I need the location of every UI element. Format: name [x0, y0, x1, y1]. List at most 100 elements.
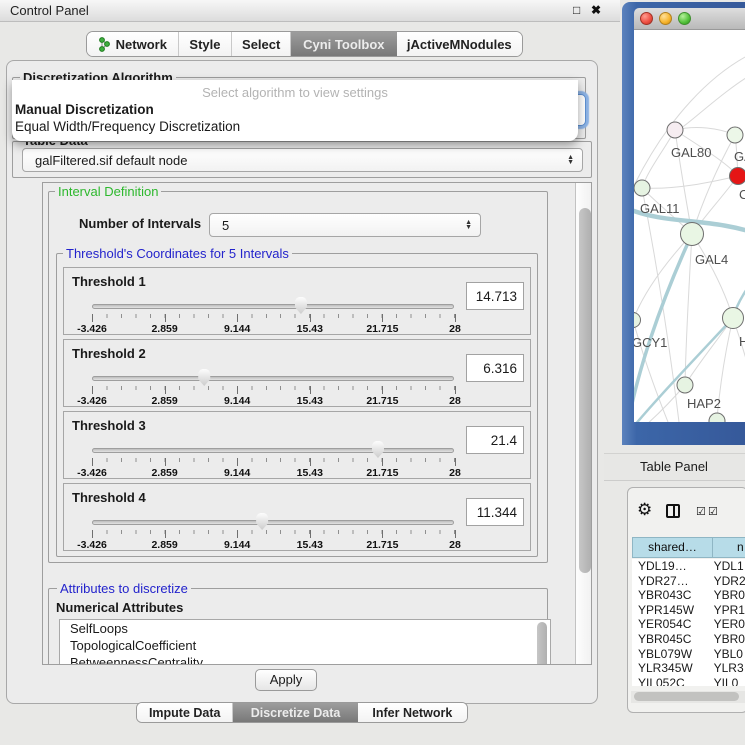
- column-header-name[interactable]: n: [712, 537, 745, 558]
- node-gal4[interactable]: [681, 223, 704, 246]
- table-hscrollbar-thumb[interactable]: [634, 692, 739, 701]
- table-panel: ⚙ ☑ ☑ shared… n YDL19…YDL1YDR27…YDR2YBR0…: [627, 487, 745, 713]
- popup-option-equal-width-frequency[interactable]: Equal Width/Frequency Discretization: [12, 118, 578, 135]
- table-cell: YBR043C: [632, 588, 710, 603]
- tab-jactivemnodules[interactable]: jActiveMNodules: [397, 32, 522, 56]
- tab-style[interactable]: Style: [179, 32, 233, 56]
- tab-network-label: Network: [116, 37, 167, 52]
- major-tick: [237, 530, 238, 538]
- table-row[interactable]: YBL079WYBL0: [632, 647, 745, 662]
- table-cell: YER0: [710, 617, 745, 632]
- table-cell: YPR1: [710, 603, 745, 618]
- tab-select[interactable]: Select: [232, 32, 291, 56]
- node-gal80[interactable]: [667, 122, 683, 138]
- table-row[interactable]: YBR043CYBR0: [632, 588, 745, 603]
- tab-cyni-toolbox[interactable]: Cyni Toolbox: [291, 32, 397, 56]
- tab-discretize-data[interactable]: Discretize Data: [233, 703, 357, 722]
- tick-label: 21.715: [366, 395, 398, 407]
- tab-impute-data[interactable]: Impute Data: [137, 703, 233, 722]
- numerical-attributes-label: Numerical Attributes: [56, 600, 183, 615]
- network-window-titlebar: [634, 8, 745, 30]
- column-header-shared[interactable]: shared…: [632, 537, 713, 558]
- major-tick: [455, 386, 456, 394]
- tick-label: -3.426: [77, 323, 107, 335]
- attributes-group-title: Attributes to discretize: [57, 581, 191, 596]
- node-label-gal80: GAL80: [671, 145, 711, 160]
- tick-label: 2.859: [151, 467, 177, 479]
- major-tick: [237, 314, 238, 322]
- attributes-list-scrollbar[interactable]: [537, 622, 547, 665]
- slider-ticks: -3.4262.8599.14415.4321.71528: [92, 458, 455, 467]
- slider-track[interactable]: [92, 448, 454, 453]
- node-red-selected[interactable]: [730, 168, 745, 185]
- attribute-list-item[interactable]: TopologicalCoefficient: [60, 637, 550, 654]
- node-gcy1[interactable]: [634, 313, 641, 328]
- number-of-intervals-combobox[interactable]: 5 ▲▼: [209, 213, 481, 237]
- tab-infer-network[interactable]: Infer Network: [358, 703, 467, 722]
- slider-thumb[interactable]: [293, 297, 308, 314]
- table-row[interactable]: YBR045CYBR0: [632, 632, 745, 647]
- node-partial-low-right[interactable]: [723, 308, 744, 329]
- slider-track[interactable]: [92, 376, 454, 381]
- table-data-combobox[interactable]: galFiltered.sif default node ▲▼: [22, 148, 583, 172]
- numerical-attributes-list[interactable]: SelfLoopsTopologicalCoefficientBetweenne…: [59, 619, 551, 665]
- node-hap2[interactable]: [677, 377, 693, 393]
- major-tick: [382, 458, 383, 466]
- tab-network[interactable]: Network: [87, 32, 179, 56]
- attribute-list-item[interactable]: BetweennessCentrality: [60, 654, 550, 665]
- slider-track[interactable]: [92, 520, 454, 525]
- zoom-traffic-light[interactable]: [678, 12, 691, 25]
- settings-scrollbar-thumb[interactable]: [579, 208, 591, 573]
- settings-scrollbar-track[interactable]: [575, 183, 592, 665]
- bottom-tabbar: Impute Data Discretize Data Infer Networ…: [136, 702, 468, 723]
- major-tick: [92, 458, 93, 466]
- slider-track[interactable]: [92, 304, 454, 309]
- minimize-traffic-light[interactable]: [659, 12, 672, 25]
- attribute-list-item[interactable]: SelfLoops: [60, 620, 550, 637]
- tick-label: 9.144: [224, 323, 250, 335]
- gear-icon[interactable]: ⚙: [637, 500, 652, 520]
- network-graph: GAL80 GA C GAL11 GAL4 GCY1 H HAP2: [634, 30, 745, 422]
- node-label-partial-mid-right: C: [739, 187, 745, 202]
- node-gal11[interactable]: [634, 180, 650, 196]
- checkbox-icon[interactable]: ☑: [696, 505, 706, 518]
- table-cell: YBR0: [710, 588, 745, 603]
- checkbox-icon[interactable]: ☑: [708, 505, 718, 518]
- popup-option-manual-discretization[interactable]: Manual Discretization: [12, 101, 578, 118]
- slider-ticks: -3.4262.8599.14415.4321.71528: [92, 386, 455, 395]
- threshold-3-value-field[interactable]: 21.4: [466, 426, 524, 454]
- table-cell: YDR2: [710, 574, 745, 589]
- network-canvas[interactable]: GAL80 GA C GAL11 GAL4 GCY1 H HAP2: [634, 30, 745, 422]
- table-hscrollbar-track[interactable]: [631, 691, 745, 703]
- threshold-2-value-field[interactable]: 6.316: [466, 354, 524, 382]
- table-cell: YER054C: [632, 617, 710, 632]
- major-tick: [455, 530, 456, 538]
- close-window-icon[interactable]: ✖: [591, 3, 601, 17]
- table-row[interactable]: YDL19…YDL1: [632, 559, 745, 574]
- close-traffic-light[interactable]: [640, 12, 653, 25]
- table-row[interactable]: YIL052CYIL0: [632, 676, 745, 686]
- table-row[interactable]: YLR345WYLR3: [632, 661, 745, 676]
- tick-label: -3.426: [77, 539, 107, 551]
- tab-infer-network-label: Infer Network: [372, 706, 452, 720]
- table-cell: YBR045C: [632, 632, 710, 647]
- table-row[interactable]: YER054CYER0: [632, 617, 745, 632]
- slider-thumb[interactable]: [370, 441, 385, 458]
- tab-discretize-data-label: Discretize Data: [251, 706, 341, 720]
- threshold-1-value-field[interactable]: 14.713: [466, 282, 524, 310]
- number-of-intervals-label: Number of Intervals: [79, 216, 201, 231]
- apply-button[interactable]: Apply: [255, 669, 317, 691]
- table-row[interactable]: YDR27…YDR2: [632, 574, 745, 589]
- combo-spinner-icon: ▲▼: [567, 155, 574, 165]
- node-bottom-partial[interactable]: [709, 413, 725, 422]
- node-partial-top-right[interactable]: [727, 127, 743, 143]
- slider-thumb[interactable]: [197, 369, 212, 386]
- split-view-icon[interactable]: [666, 504, 680, 518]
- tick-label: 15.43: [297, 539, 323, 551]
- table-row[interactable]: YPR145WYPR1: [632, 603, 745, 618]
- slider-thumb[interactable]: [255, 513, 270, 530]
- node-label-gal11: GAL11: [640, 201, 680, 216]
- threshold-4-value-field[interactable]: 11.344: [466, 498, 524, 526]
- float-window-icon[interactable]: □: [573, 3, 580, 17]
- table-cell: YIL0: [710, 676, 745, 686]
